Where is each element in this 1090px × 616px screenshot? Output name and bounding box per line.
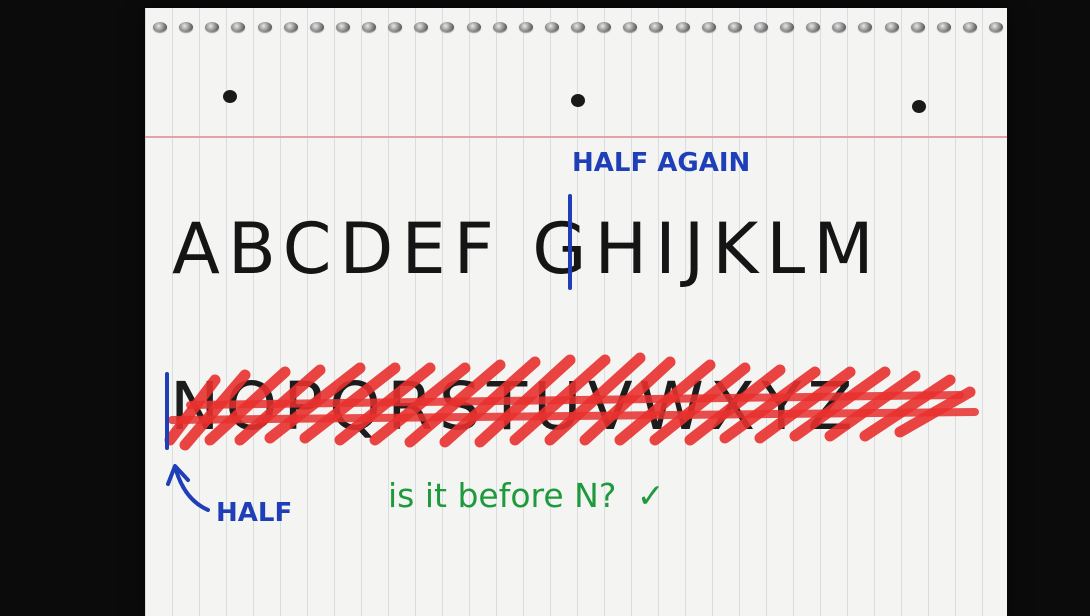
photo-scene: ABCDEF GHIJKLM HALF AGAIN NOPQRSTUVWXYZ — [0, 0, 1090, 616]
handwriting-layer: ABCDEF GHIJKLM HALF AGAIN NOPQRSTUVWXYZ — [0, 0, 1090, 616]
question-text: is it before N? ✓ — [388, 476, 665, 515]
arrow-up-left-icon — [166, 464, 210, 512]
question-words: is it before N? — [388, 476, 617, 515]
checkmark-icon: ✓ — [636, 476, 665, 515]
half-label: HALF — [216, 498, 293, 528]
